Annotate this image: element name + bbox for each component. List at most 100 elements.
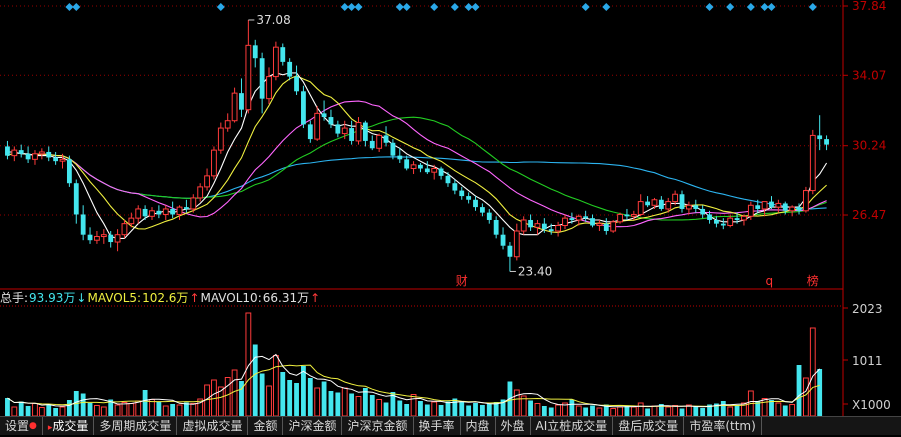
candle-body-down [583, 216, 589, 219]
indicator-tab[interactable]: 金额 [248, 417, 284, 435]
indicator-tab[interactable]: 虚拟成交量 [177, 417, 249, 435]
candle-body-down [335, 124, 341, 134]
signal-diamond [347, 3, 356, 11]
indicator-tab[interactable]: 多周期成交量 [94, 417, 178, 435]
volume-bar-down [445, 401, 451, 416]
candle-body-up [341, 127, 348, 135]
candle-body-down [679, 194, 685, 209]
candle-body-down [252, 45, 258, 59]
volume-bar-up [355, 396, 362, 416]
candle-body-up [802, 190, 809, 212]
volume-bar-down [252, 344, 258, 416]
ma20-line [7, 100, 827, 228]
signal-diamond [464, 3, 473, 11]
volume-bars [5, 312, 823, 416]
candle-body-up [665, 201, 672, 210]
volume-bar-up [59, 406, 66, 416]
candle-body-down [301, 91, 306, 125]
signal-diamond [65, 3, 74, 11]
volume-bar-up [314, 387, 321, 416]
volume-bar-down [769, 400, 774, 416]
volume-bar-down [473, 403, 478, 416]
signal-markers [65, 3, 817, 11]
candle-body-up [11, 149, 18, 157]
candle-body-down [734, 218, 740, 220]
candle-body-down [280, 47, 286, 62]
indicator-tab[interactable]: 沪深京金额 [342, 417, 414, 435]
signal-diamond [395, 3, 404, 11]
volume-bar-up [610, 408, 617, 416]
candle-body-down [769, 201, 774, 208]
candle-body-up [114, 234, 121, 243]
candle-body-down [87, 234, 93, 241]
candle-body-down [541, 223, 547, 230]
candle-body-down [624, 214, 630, 217]
candle-body-down [645, 201, 651, 206]
candle-body-down [603, 223, 609, 232]
candle-body-down [796, 207, 802, 211]
volume-bar-down [424, 404, 430, 416]
volume-bar-up [596, 407, 603, 416]
volume-bar-down [335, 392, 341, 416]
indicator-tab[interactable]: 换手率 [414, 417, 461, 435]
indicator-tab[interactable]: 外盘 [496, 417, 531, 435]
volume-bar-down [349, 393, 355, 416]
indicator-tab[interactable]: 设置● [0, 417, 43, 435]
indicator-tab-bar: 设置● ▸成交量 多周期成交量 虚拟成交量 金额 沪深金额 沪深京金额 换手率 内盘 外盘 AI立桩… [0, 416, 901, 435]
candle-body-up [100, 234, 107, 238]
candle-body-up [596, 223, 603, 226]
volume-bar-down [294, 383, 299, 416]
volume-bar-down [307, 378, 313, 416]
volume-bar-up [38, 407, 45, 416]
annotations: 37.08 23.40 财 q 榜 [248, 13, 819, 288]
volume-bar-up [231, 369, 238, 416]
indicator-tab[interactable]: ▸成交量 [43, 417, 95, 435]
candle-body-up [685, 204, 692, 210]
volume-bar-down [624, 406, 630, 416]
volume-bar-down [156, 402, 162, 416]
volume-bar-up [513, 389, 520, 416]
signal-diamond [471, 3, 480, 11]
indicator-tab[interactable]: AI立桩成交量 [531, 417, 614, 435]
candle-body-up [610, 221, 617, 232]
price-grid [0, 5, 843, 216]
candle-body-up [38, 151, 45, 155]
volume-bar-down [782, 405, 788, 416]
candle-body-up [809, 134, 816, 192]
volume-bar-up [224, 377, 231, 416]
indicator-tab[interactable]: 盘后成交量 [613, 417, 685, 435]
candle-body-down [707, 214, 712, 220]
volume-bar-up [789, 404, 796, 416]
volume-bar-down [87, 403, 93, 416]
signal-diamond [430, 3, 439, 11]
candle-body-up [272, 46, 279, 78]
indicator-tab[interactable]: 沪深金额 [283, 417, 343, 435]
candle-body-up [32, 153, 38, 160]
signal-diamond [340, 3, 349, 11]
volume-bar-down [734, 405, 740, 416]
volume-bar-up [534, 403, 541, 416]
candle-body-down [473, 199, 478, 208]
candle-body-down [486, 212, 492, 220]
tab-label: 金额 [253, 419, 278, 433]
candle-body-up [617, 213, 623, 223]
volume-bar-down [183, 402, 189, 416]
high-price-label: 37.08 [256, 13, 290, 27]
tab-label: 盘后成交量 [618, 419, 679, 433]
candle-body-down [142, 208, 148, 217]
volume-bar-down [486, 404, 492, 416]
volume-bar-down [18, 401, 24, 416]
candle-body-up [211, 149, 217, 177]
candle-body-down [397, 155, 403, 160]
candle-body-down [5, 146, 10, 156]
candle-body-up [355, 122, 362, 142]
volume-bar-down [693, 406, 699, 416]
candle-body-down [390, 142, 396, 156]
indicator-tab[interactable]: 市盈率(ttm) [684, 417, 762, 435]
volume-bar-down [383, 402, 389, 416]
candle-body-down [418, 164, 423, 169]
indicator-tab[interactable]: 内盘 [461, 417, 496, 435]
candle-body-up [376, 134, 383, 149]
tab-label: 成交量 [52, 419, 89, 433]
candle-body-up [149, 210, 155, 217]
